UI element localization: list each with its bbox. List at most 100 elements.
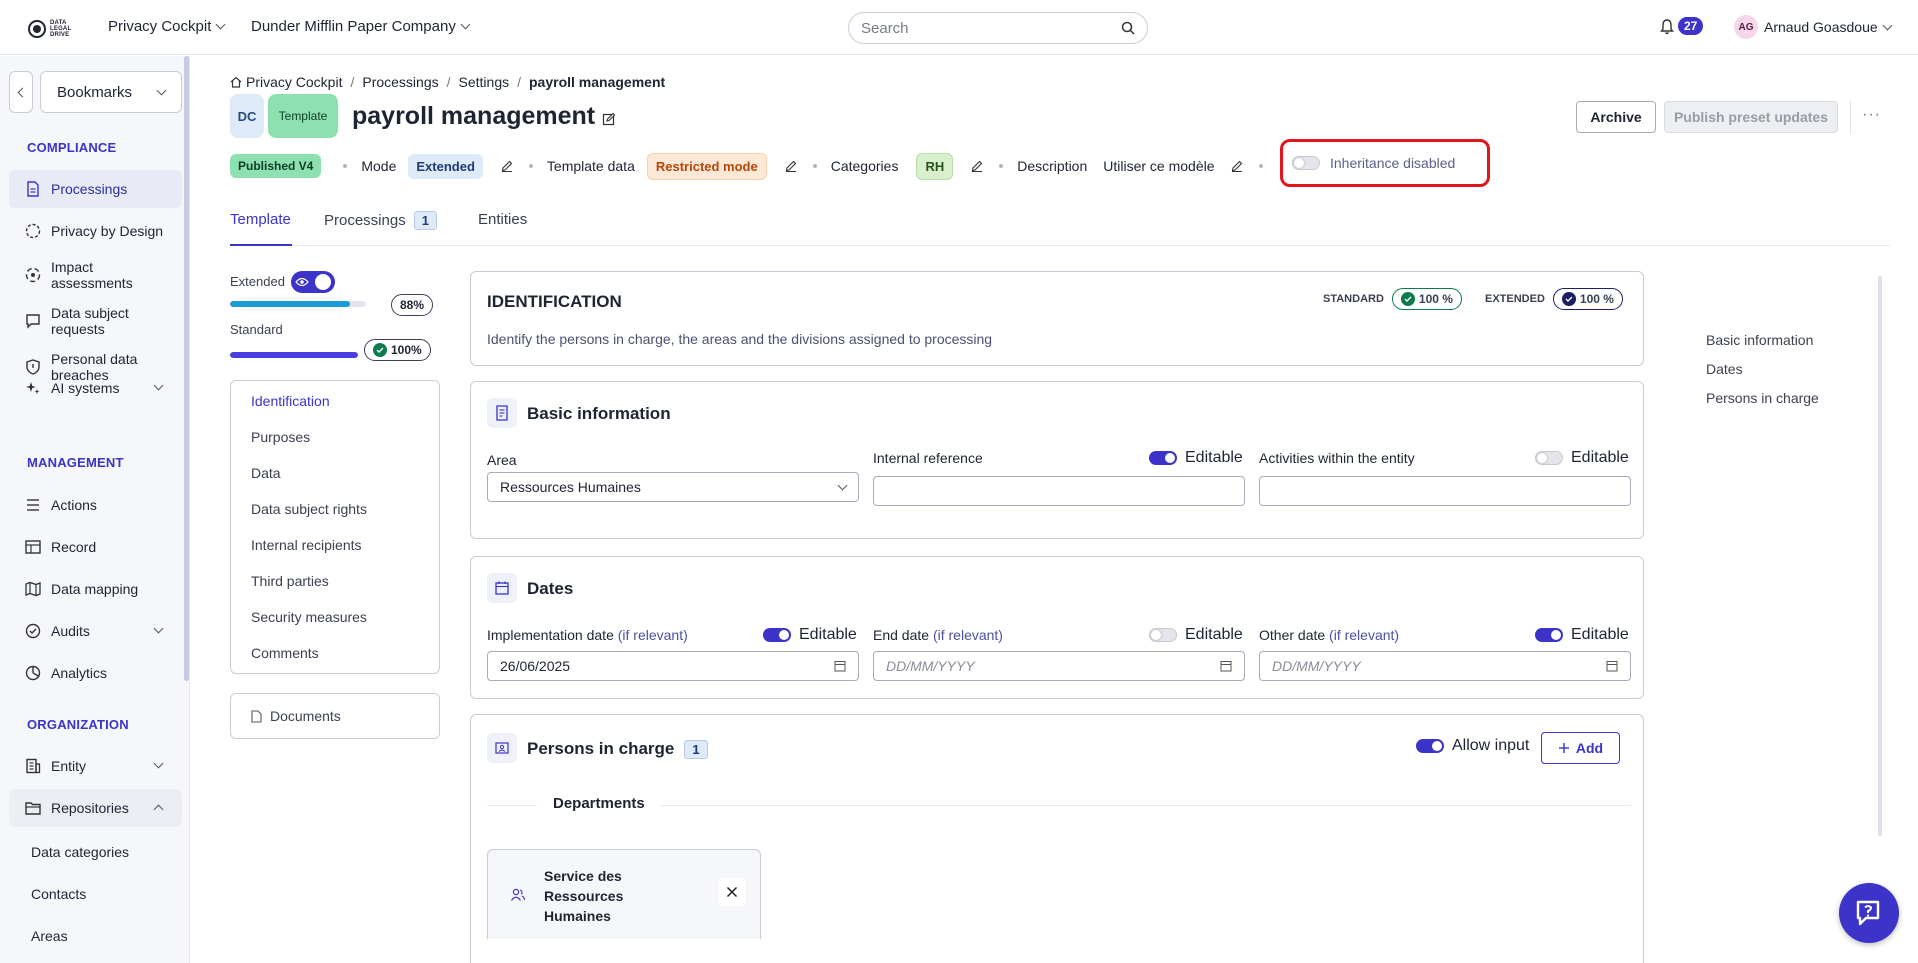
extended-progress-percent: 88% (391, 294, 434, 316)
meta-row: Published V4 Mode Extended Template data… (230, 152, 1277, 180)
remove-department-button[interactable] (718, 878, 746, 906)
other-date-editable-switch[interactable] (1535, 628, 1563, 642)
section-link-internal-recipients[interactable]: Internal recipients (251, 537, 362, 553)
notifications-badge[interactable]: 27 (1678, 17, 1704, 35)
sidebar-item-data-subject-requests[interactable]: Data subject requests (9, 302, 182, 340)
sidebar-item-audits[interactable]: Audits (9, 612, 182, 650)
edit-mode-icon[interactable] (501, 160, 513, 172)
sidebar-scrollbar[interactable] (184, 56, 189, 681)
tab-processings[interactable]: Processings 1 (324, 211, 437, 230)
chevron-down-icon (156, 85, 167, 95)
collapse-sidebar-button[interactable] (9, 71, 33, 113)
activities-label: Activities within the entity (1259, 450, 1415, 466)
activities-input[interactable] (1272, 483, 1618, 499)
categories-value: RH (916, 152, 954, 180)
edit-title-icon[interactable] (602, 112, 616, 126)
help-chat-button[interactable] (1839, 883, 1899, 943)
app-switcher[interactable]: Privacy Cockpit (108, 18, 226, 35)
toc-link-basic-information[interactable]: Basic information (1706, 332, 1813, 348)
sidebar-item-ai-systems[interactable]: AI systems (9, 369, 182, 407)
breadcrumb-processings[interactable]: Processings (362, 74, 438, 90)
persons-in-charge-title: Persons in charge 1 (527, 739, 708, 759)
sidebar-item-actions[interactable]: Actions (9, 486, 182, 524)
sidebar-item-analytics[interactable]: Analytics (9, 654, 182, 692)
edit-description-icon[interactable] (1231, 160, 1243, 172)
app-logo[interactable]: DATA LEGAL DRIVE (28, 18, 74, 40)
extended-mode-toggle[interactable] (291, 271, 335, 293)
sidebar-subitem-data-categories[interactable]: Data categories (31, 844, 129, 860)
allow-input-switch[interactable] (1416, 739, 1444, 753)
section-link-security-measures[interactable]: Security measures (251, 609, 367, 625)
archive-button[interactable]: Archive (1576, 101, 1656, 133)
other-date-input[interactable] (1272, 658, 1606, 674)
section-link-third-parties[interactable]: Third parties (251, 573, 329, 589)
implementation-date-input[interactable] (500, 658, 834, 674)
internal-reference-input[interactable] (886, 483, 1232, 499)
template-data-label: Template data (546, 158, 635, 174)
section-link-comments[interactable]: Comments (251, 645, 319, 661)
tab-template[interactable]: Template (230, 211, 291, 228)
sidebar-item-data-mapping[interactable]: Data mapping (9, 570, 182, 608)
dates-card: Dates Implementation date (if relevant) … (470, 556, 1644, 699)
bookmarks-dropdown[interactable]: Bookmarks (40, 71, 182, 113)
end-date-input[interactable] (886, 658, 1220, 674)
calendar-icon[interactable] (1220, 660, 1232, 672)
activities-editable[interactable]: Editable (1535, 449, 1629, 467)
sidebar-item-record[interactable]: Record (9, 528, 182, 566)
edit-template-data-icon[interactable] (785, 160, 797, 172)
check-circle-icon (25, 623, 41, 639)
section-link-data[interactable]: Data (251, 465, 281, 481)
breadcrumb-settings[interactable]: Settings (459, 74, 510, 90)
end-date-editable[interactable]: Editable (1149, 626, 1243, 644)
sidebar-subitem-areas[interactable]: Areas (31, 928, 68, 944)
content-scrollbar[interactable] (1878, 276, 1882, 836)
implementation-date-editable-switch[interactable] (763, 628, 791, 642)
check-icon (1400, 292, 1415, 306)
end-date-label: End date (if relevant) (873, 627, 1003, 643)
sidebar-item-entity[interactable]: Entity (9, 747, 182, 785)
sidebar-item-privacy-by-design[interactable]: Privacy by Design (9, 212, 182, 250)
section-link-purposes[interactable]: Purposes (251, 429, 310, 445)
inheritance-switch[interactable] (1292, 156, 1320, 170)
logo-mark-icon (28, 20, 46, 38)
add-person-button[interactable]: Add (1541, 732, 1620, 764)
sidebar-subitem-contacts[interactable]: Contacts (31, 886, 86, 902)
breadcrumb: Privacy Cockpit / Processings / Settings… (230, 74, 665, 90)
toc-link-dates[interactable]: Dates (1706, 361, 1743, 377)
documents-button[interactable]: Documents (230, 693, 440, 739)
company-switcher[interactable]: Dunder Mifflin Paper Company (251, 18, 471, 35)
internal-reference-editable-switch[interactable] (1149, 451, 1177, 465)
end-date-editable-switch[interactable] (1149, 628, 1177, 642)
breadcrumb-privacy-cockpit[interactable]: Privacy Cockpit (246, 74, 342, 90)
implementation-date-editable[interactable]: Editable (763, 626, 857, 644)
bell-icon[interactable] (1660, 19, 1674, 35)
user-menu[interactable]: AG Arnaud Goasdoue (1734, 15, 1893, 39)
allow-input-toggle[interactable]: Allow input (1416, 737, 1529, 755)
more-options-icon[interactable]: ··· (1862, 106, 1881, 124)
sidebar-item-repositories[interactable]: Repositories (9, 789, 182, 827)
calendar-icon[interactable] (1606, 660, 1618, 672)
basic-information-title: Basic information (527, 404, 671, 423)
section-link-identification[interactable]: Identification (251, 393, 330, 409)
section-link-data-subject-rights[interactable]: Data subject rights (251, 501, 367, 517)
chevron-down-icon (153, 758, 164, 769)
activities-editable-switch[interactable] (1535, 451, 1563, 465)
publish-preset-updates-button[interactable]: Publish preset updates (1664, 101, 1838, 133)
tab-entities[interactable]: Entities (478, 211, 527, 228)
chevron-up-icon (153, 804, 164, 815)
home-icon[interactable] (230, 76, 242, 88)
toc-link-persons-in-charge[interactable]: Persons in charge (1706, 390, 1819, 406)
search-icon[interactable] (1121, 21, 1135, 35)
area-select[interactable]: Ressources Humaines (487, 472, 859, 502)
avatar: AG (1734, 15, 1758, 39)
other-date-editable[interactable]: Editable (1535, 626, 1629, 644)
internal-reference-editable[interactable]: Editable (1149, 449, 1243, 467)
edit-categories-icon[interactable] (971, 160, 983, 172)
inheritance-toggle[interactable]: Inheritance disabled (1292, 155, 1455, 171)
sidebar-item-impact-assessments[interactable]: Impact assessments (9, 256, 182, 294)
basic-information-card: Basic information Area Ressources Humain… (470, 381, 1644, 539)
search-input[interactable] (861, 19, 1121, 37)
plus-icon (1558, 743, 1569, 753)
sidebar-item-processings[interactable]: Processings (9, 170, 182, 208)
calendar-icon[interactable] (834, 660, 846, 672)
